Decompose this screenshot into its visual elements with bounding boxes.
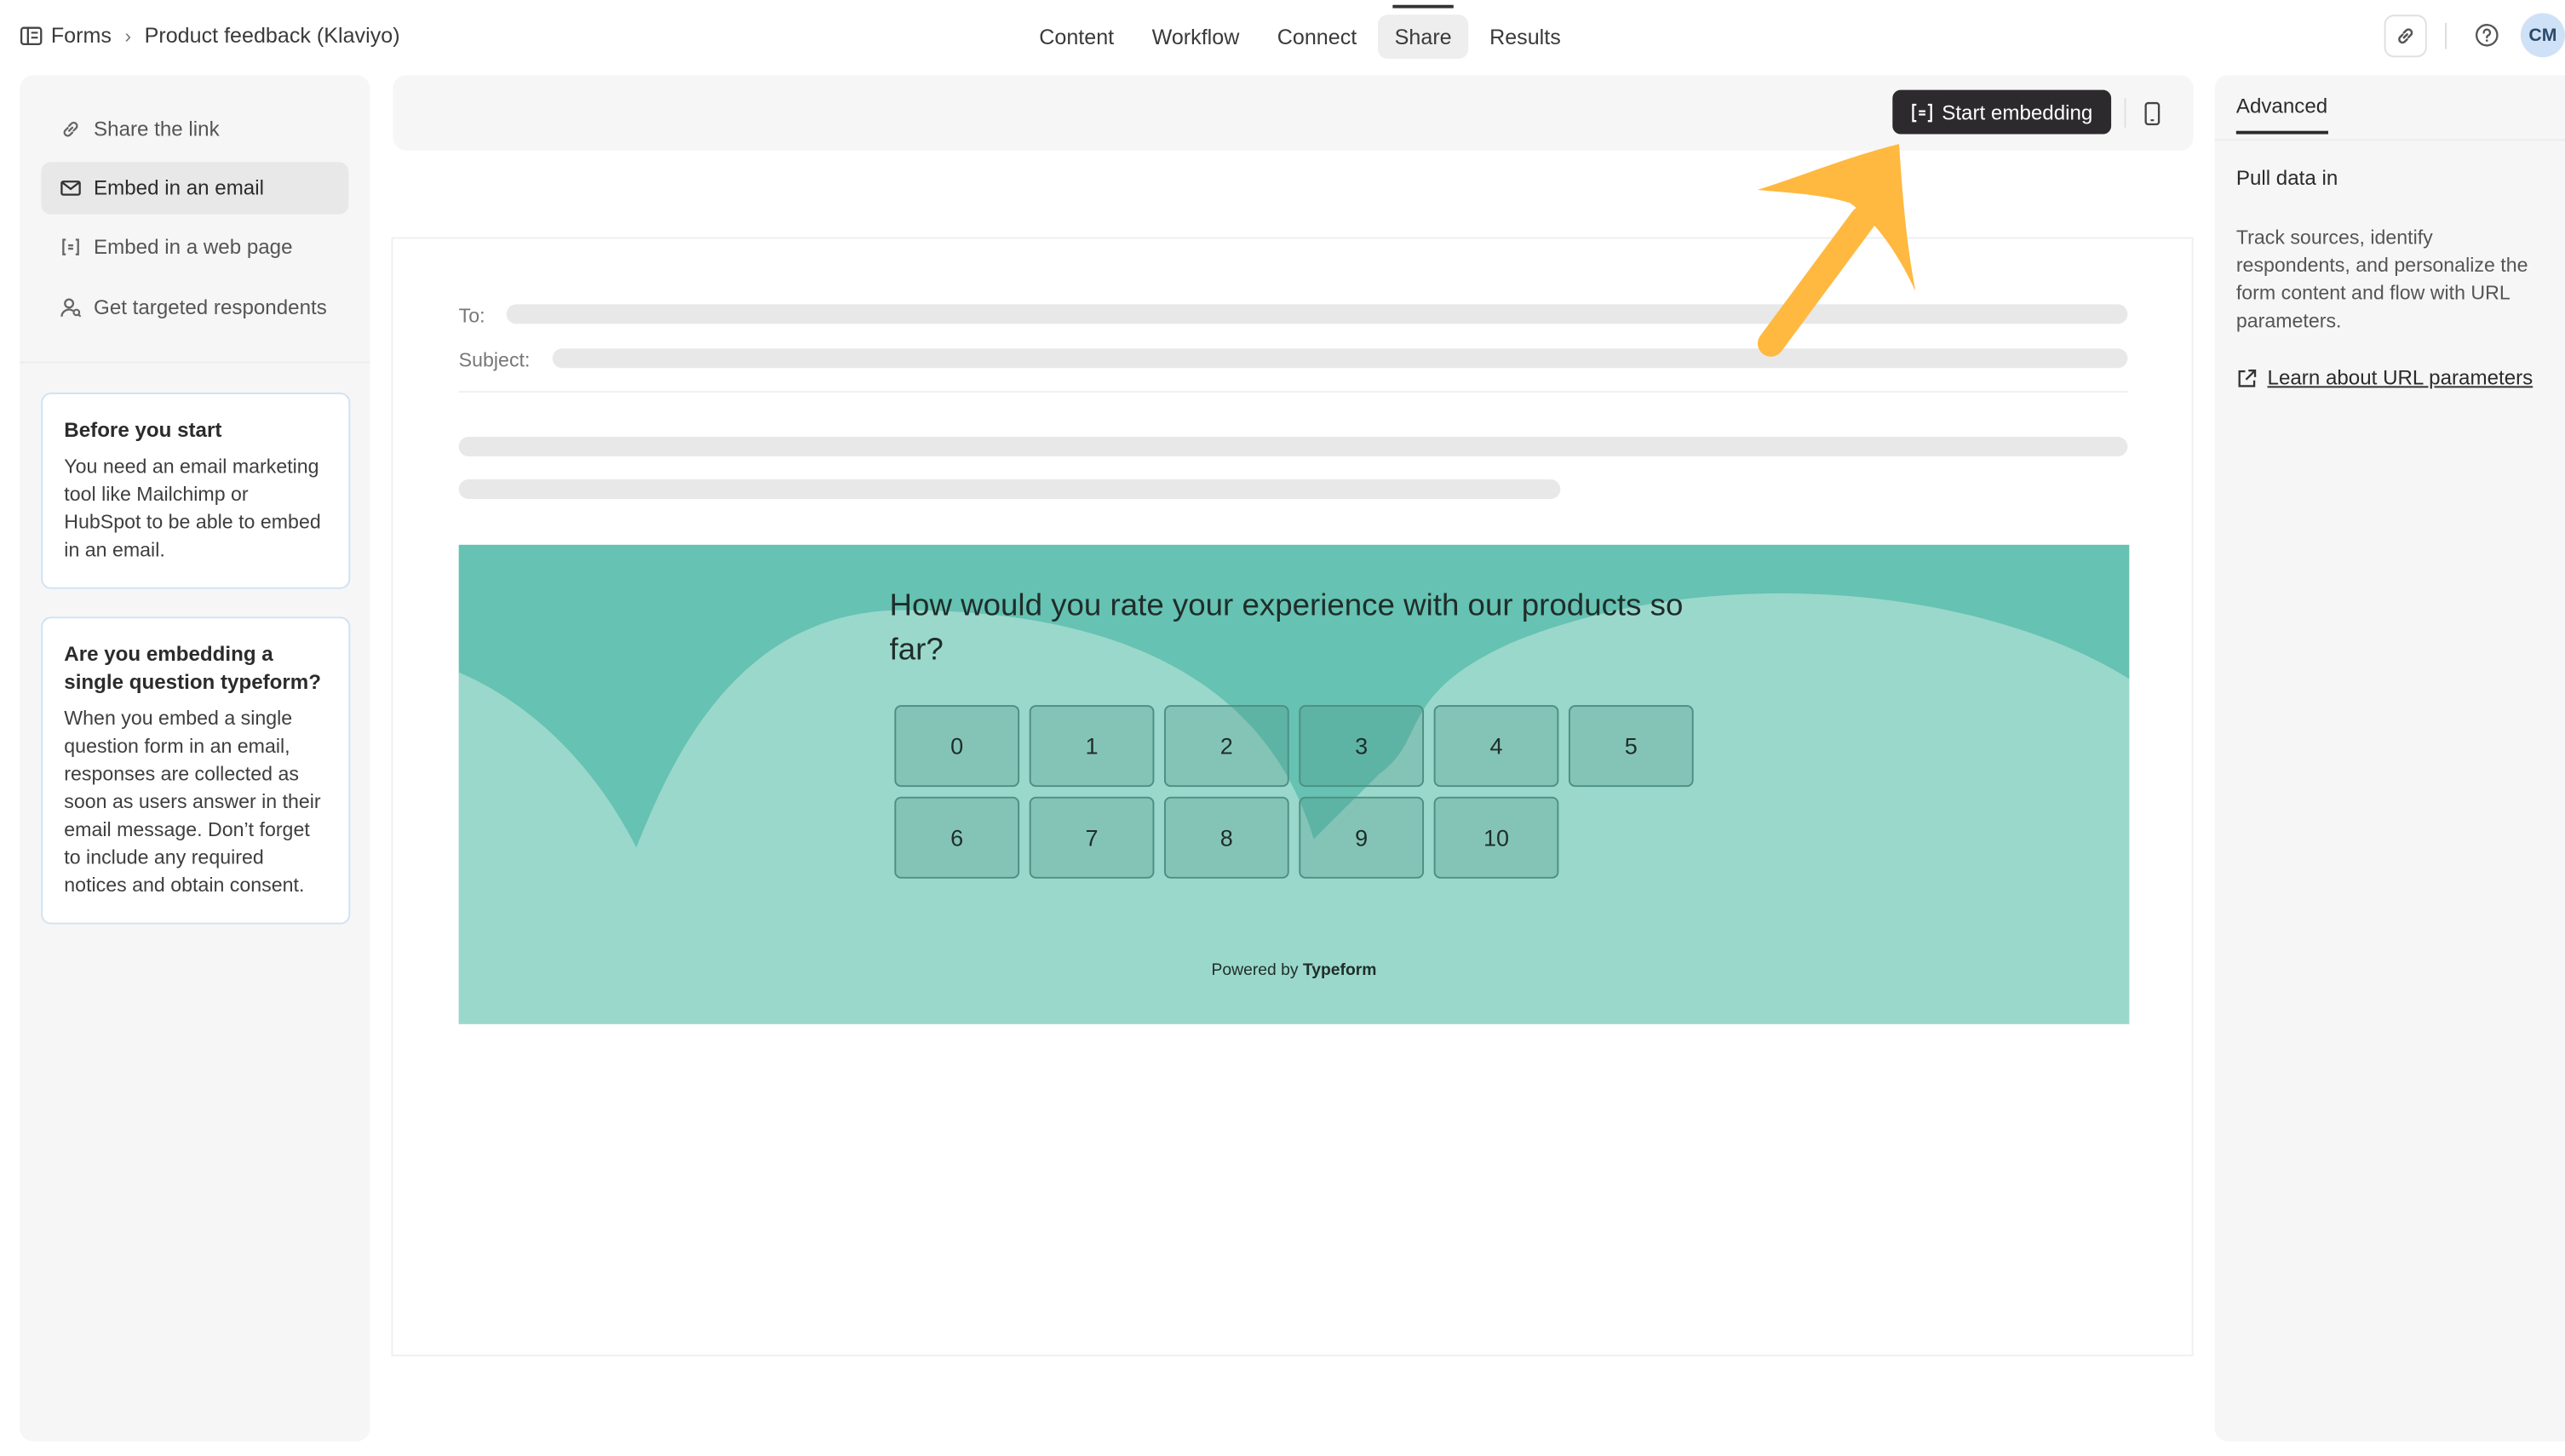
- link-icon: [63, 122, 78, 137]
- card-title: Before you start: [64, 418, 222, 442]
- divider: [458, 391, 2128, 393]
- breadcrumb-form-name[interactable]: Product feedback (Klaviyo): [145, 23, 400, 48]
- share-sidebar: Share the link Embed in an email Embed i…: [20, 75, 370, 1442]
- embedded-typeform: How would you rate your experience with …: [458, 544, 2130, 1024]
- tab-connect[interactable]: Connect: [1260, 14, 1373, 58]
- rating-option-2[interactable]: 2: [1163, 705, 1289, 788]
- tab-advanced[interactable]: Advanced: [2235, 95, 2328, 135]
- embed-code-icon: [62, 238, 79, 255]
- forms-icon: [20, 26, 43, 45]
- single-question-card: Are you embedding a single question type…: [41, 616, 351, 925]
- pull-data-heading: Pull data in: [2235, 166, 2338, 190]
- before-you-start-card: Before you start You need an email marke…: [41, 393, 351, 589]
- to-label: To:: [458, 304, 485, 328]
- main-tabs: Content Workflow Connect Share Results: [1023, 0, 1582, 72]
- rating-option-0[interactable]: 0: [894, 705, 1020, 788]
- sidebar-item-label: Embed in a web page: [94, 235, 293, 259]
- tab-content[interactable]: Content: [1023, 14, 1131, 58]
- pull-data-description: Track sources, identify respondents, and…: [2235, 226, 2528, 333]
- mobile-phone-icon: [2144, 100, 2160, 125]
- avatar[interactable]: CM: [2520, 13, 2565, 58]
- rating-option-7[interactable]: 7: [1029, 796, 1155, 879]
- app-root: Forms › Product feedback (Klaviyo) Conte…: [0, 0, 2565, 1456]
- divider: [2124, 98, 2126, 128]
- typeform-brand: Typeform: [1302, 961, 1377, 980]
- sidebar-item-targeted[interactable]: Get targeted respondents: [41, 281, 348, 333]
- sidebar-item-label: Share the link: [94, 118, 220, 141]
- rating-option-9[interactable]: 9: [1299, 796, 1425, 879]
- rating-option-10[interactable]: 10: [1433, 796, 1559, 879]
- help-button[interactable]: [2465, 14, 2507, 56]
- highlight-arrow-icon: [1757, 144, 1916, 357]
- tab-workflow[interactable]: Workflow: [1135, 14, 1255, 58]
- divider: [2445, 21, 2447, 49]
- email-preview: To: Subject: How would you rate your exp…: [391, 237, 2194, 1356]
- sidebar-item-embed-email[interactable]: Embed in an email: [41, 162, 349, 215]
- subject-label: Subject:: [458, 348, 531, 372]
- sidebar-item-embed-web[interactable]: Embed in a web page: [41, 221, 348, 272]
- help-icon: [2475, 24, 2498, 47]
- breadcrumb: Forms › Product feedback (Klaviyo): [20, 23, 400, 48]
- mobile-preview-button[interactable]: [2139, 98, 2166, 128]
- body-placeholder-bar: [458, 436, 2128, 457]
- sidebar-item-share-link[interactable]: Share the link: [41, 103, 348, 155]
- breadcrumb-forms-link[interactable]: Forms: [51, 23, 112, 48]
- rating-option-6[interactable]: 6: [894, 796, 1020, 879]
- external-link-icon: [2238, 369, 2257, 387]
- card-text: You need an email marketing tool like Ma…: [64, 455, 321, 562]
- person-search-icon: [60, 298, 82, 318]
- card-title: Are you embedding a single question type…: [64, 643, 322, 694]
- link-icon: [2398, 27, 2413, 43]
- embed-code-icon: [1912, 102, 1932, 122]
- mail-icon: [60, 181, 81, 196]
- rating-option-5[interactable]: 5: [1568, 705, 1694, 788]
- start-embedding-button[interactable]: Start embedding: [1892, 89, 2111, 135]
- chevron-right-icon: ›: [124, 23, 132, 47]
- url-parameters-link-label: Learn about URL parameters: [2267, 366, 2533, 390]
- rating-option-4[interactable]: 4: [1433, 705, 1559, 788]
- card-text: When you embed a single question form in…: [64, 707, 321, 897]
- top-bar: Forms › Product feedback (Klaviyo) Conte…: [0, 0, 2565, 72]
- copy-link-button[interactable]: [2384, 14, 2427, 57]
- start-embedding-label: Start embedding: [1942, 100, 2093, 124]
- powered-by-typeform: Powered by Typeform: [459, 962, 2130, 980]
- powered-by-prefix: Powered by: [1211, 961, 1299, 980]
- rating-option-3[interactable]: 3: [1299, 705, 1425, 788]
- tab-results[interactable]: Results: [1473, 14, 1577, 58]
- advanced-panel: Advanced Pull data in Track sources, ide…: [2214, 75, 2565, 1442]
- sidebar-item-label: Embed in an email: [94, 176, 264, 200]
- sidebar-item-label: Get targeted respondents: [94, 295, 327, 319]
- divider: [2214, 139, 2565, 141]
- top-right-actions: CM: [2384, 13, 2565, 58]
- url-parameters-link[interactable]: Learn about URL parameters: [2236, 366, 2533, 389]
- share-options: Share the link Embed in an email Embed i…: [20, 75, 370, 364]
- body-placeholder-bar: [458, 479, 1561, 500]
- rating-option-1[interactable]: 1: [1029, 705, 1155, 788]
- rating-option-8[interactable]: 8: [1163, 796, 1289, 879]
- tab-share[interactable]: Share: [1378, 3, 1468, 59]
- question-text: How would you rate your experience with …: [889, 588, 1684, 668]
